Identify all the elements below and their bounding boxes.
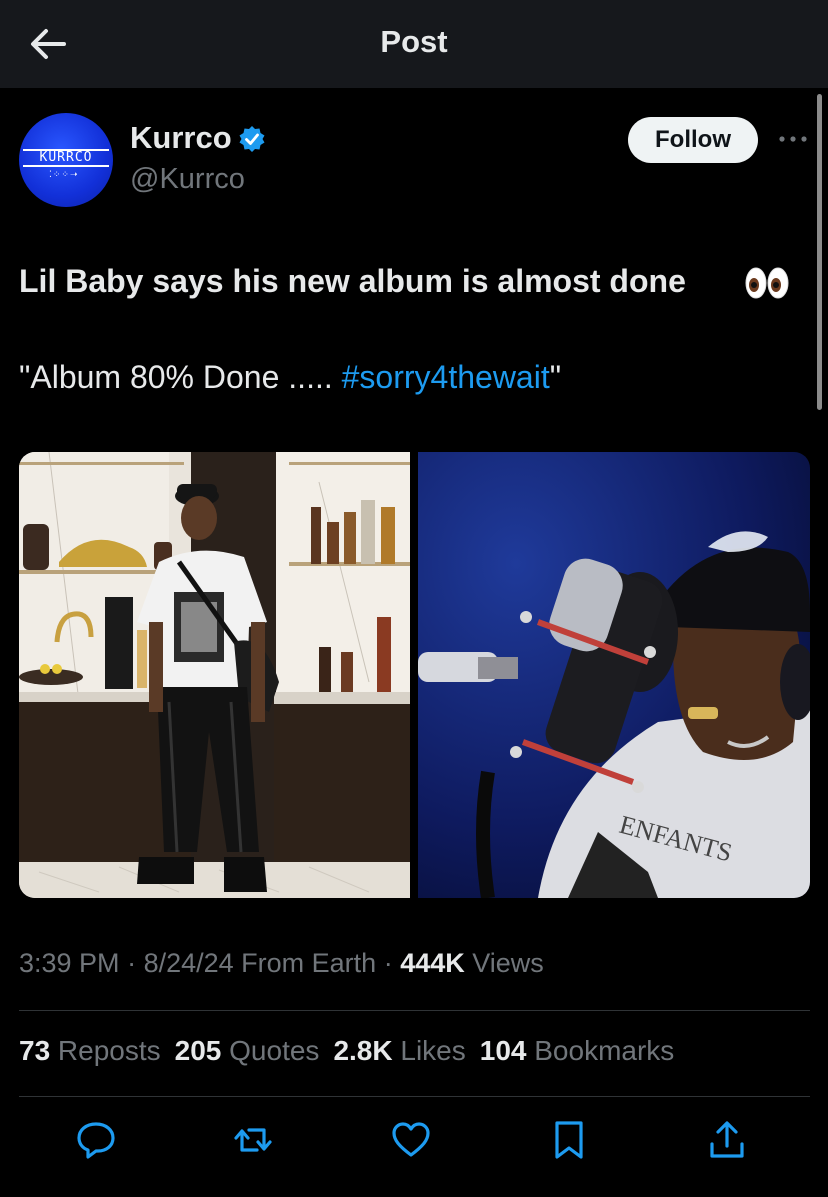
- quotes-count: 205: [174, 1035, 222, 1066]
- photo-man-in-kitchen: [19, 452, 410, 898]
- author-handle[interactable]: @Kurrco: [130, 163, 245, 196]
- tweet-text-line2: "Album 80% Done ..... #sorry4thewait": [19, 359, 561, 396]
- like-icon[interactable]: [391, 1120, 431, 1160]
- tweet-time[interactable]: 3:39 PM: [19, 948, 120, 978]
- avatar-logo-dots: ⁚⁘⁘➝: [49, 169, 79, 179]
- meta-separator: ·: [119, 948, 144, 978]
- scrollbar[interactable]: [817, 94, 822, 410]
- reposts-count: 73: [19, 1035, 51, 1066]
- quotes-stat[interactable]: 205 Quotes: [175, 1035, 320, 1066]
- meta-separator: ·: [376, 948, 401, 978]
- reply-icon[interactable]: [76, 1120, 116, 1160]
- repost-icon[interactable]: [233, 1120, 273, 1160]
- avatar-logo: KURRCO: [23, 149, 109, 167]
- quotes-label: Quotes: [221, 1035, 320, 1066]
- more-icon[interactable]: [776, 124, 810, 154]
- share-icon[interactable]: [707, 1120, 747, 1160]
- views-count: 444K: [400, 948, 465, 978]
- bookmark-icon[interactable]: [549, 1120, 589, 1160]
- tweet-text-line1: Lil Baby says his new album is almost do…: [19, 263, 686, 299]
- bookmarks-label: Bookmarks: [526, 1035, 675, 1066]
- tweet-source: From Earth: [233, 948, 377, 978]
- hashtag-link[interactable]: #sorry4thewait: [342, 359, 550, 395]
- engagement-stats: 73 Reposts 205 Quotes 2.8K Likes 104 Bookma…: [19, 1035, 688, 1067]
- bookmarks-count: 104: [479, 1035, 527, 1066]
- page-title: Post: [380, 24, 448, 59]
- follow-button[interactable]: Follow: [628, 117, 758, 163]
- tweet-metadata: 3:39 PM · 8/24/24 From Earth · 444K View…: [19, 948, 544, 979]
- divider: [19, 1010, 810, 1011]
- photo-man-recording-mic: ENFANTS: [418, 452, 810, 898]
- reposts-label: Reposts: [50, 1035, 161, 1066]
- top-bar: Post: [0, 0, 828, 88]
- likes-count: 2.8K: [333, 1035, 393, 1066]
- verified-badge-icon: [239, 126, 265, 152]
- quote-text: "Album 80% Done .....: [19, 359, 342, 395]
- media-image-right[interactable]: ENFANTS: [418, 452, 810, 898]
- author-name[interactable]: Kurrco: [130, 120, 232, 156]
- views-label: Views: [464, 948, 544, 978]
- quote-close: ": [549, 359, 562, 395]
- eyes-emoji: [745, 267, 789, 299]
- reposts-stat[interactable]: 73 Reposts: [19, 1035, 161, 1066]
- bookmarks-stat[interactable]: 104 Bookmarks: [480, 1035, 675, 1066]
- avatar[interactable]: KURRCO ⁚⁘⁘➝: [19, 113, 113, 207]
- likes-label: Likes: [392, 1035, 466, 1066]
- tweet-date[interactable]: 8/24/24: [144, 948, 234, 978]
- media-image-left[interactable]: [19, 452, 410, 898]
- divider: [19, 1096, 810, 1097]
- likes-stat[interactable]: 2.8K Likes: [333, 1035, 465, 1066]
